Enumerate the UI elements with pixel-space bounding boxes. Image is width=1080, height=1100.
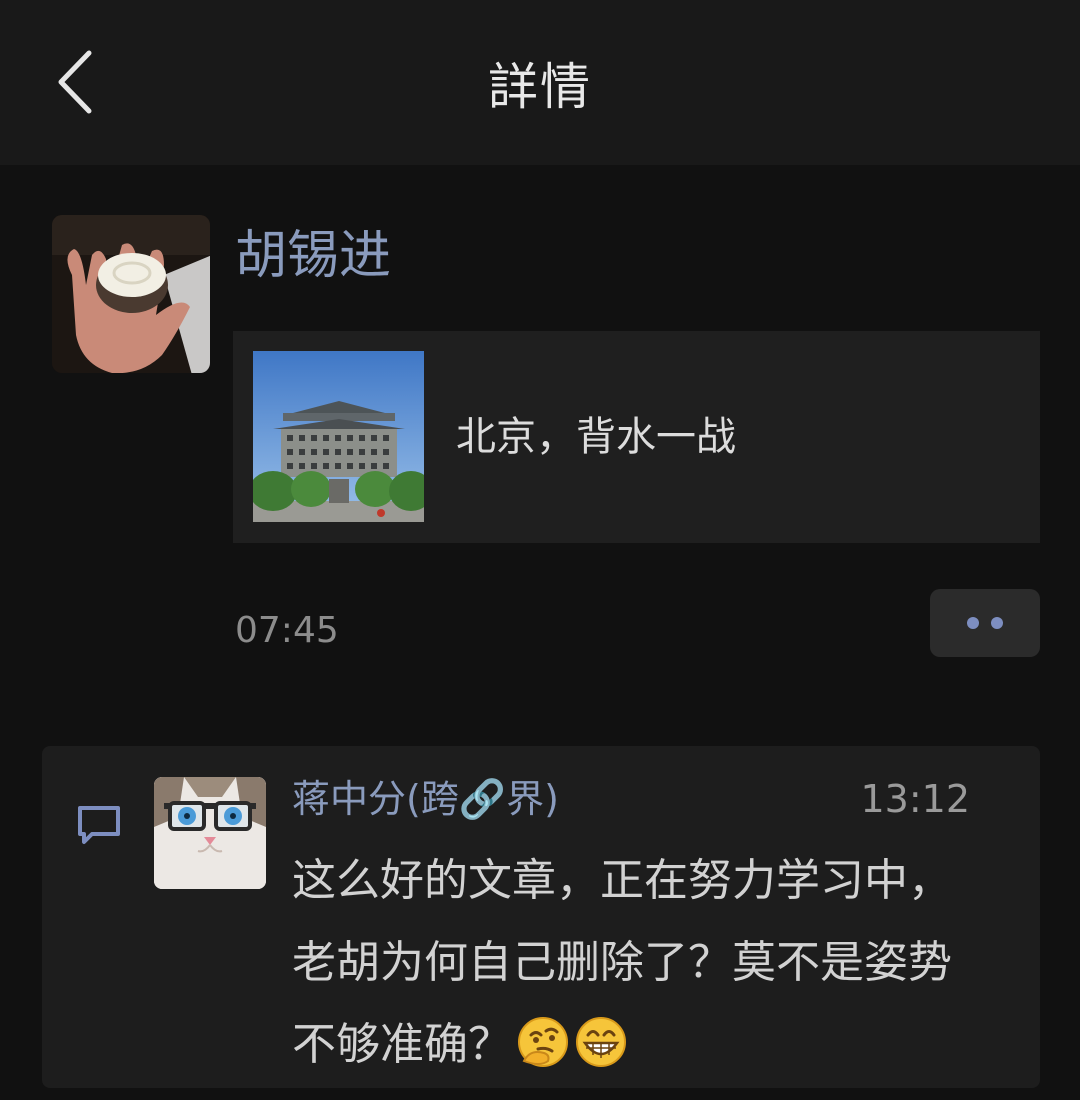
comment-body: 这么好的文章，正在努力学习中，老胡为何自己删除了？莫不是姿势不够准确？ — [292, 840, 982, 1086]
comment-timestamp: 13:12 — [860, 777, 970, 821]
comments-section: 蒋中分(跨🔗界) 13:12 这么好的文章，正在努力学习中，老胡为何自己删除了？… — [42, 746, 1040, 1088]
author-name[interactable]: 胡锡进 — [235, 220, 391, 292]
grinning-face-icon — [576, 1017, 626, 1067]
thinking-face-icon — [518, 1017, 568, 1067]
post-timestamp: 07:45 — [235, 610, 339, 651]
article-thumbnail — [253, 351, 424, 522]
comment-icon — [78, 806, 120, 844]
top-bar: 詳情 — [0, 0, 1080, 165]
commenter-name[interactable]: 蒋中分(跨🔗界) — [292, 774, 559, 824]
page-title: 詳情 — [488, 57, 592, 116]
author-avatar[interactable] — [52, 215, 210, 373]
commenter-avatar[interactable] — [154, 777, 266, 889]
more-dots-icon — [967, 617, 979, 629]
more-options-button[interactable] — [930, 589, 1040, 657]
shared-article-card[interactable]: 北京，背水一战 — [233, 331, 1040, 543]
article-title: 北京，背水一战 — [456, 414, 736, 460]
